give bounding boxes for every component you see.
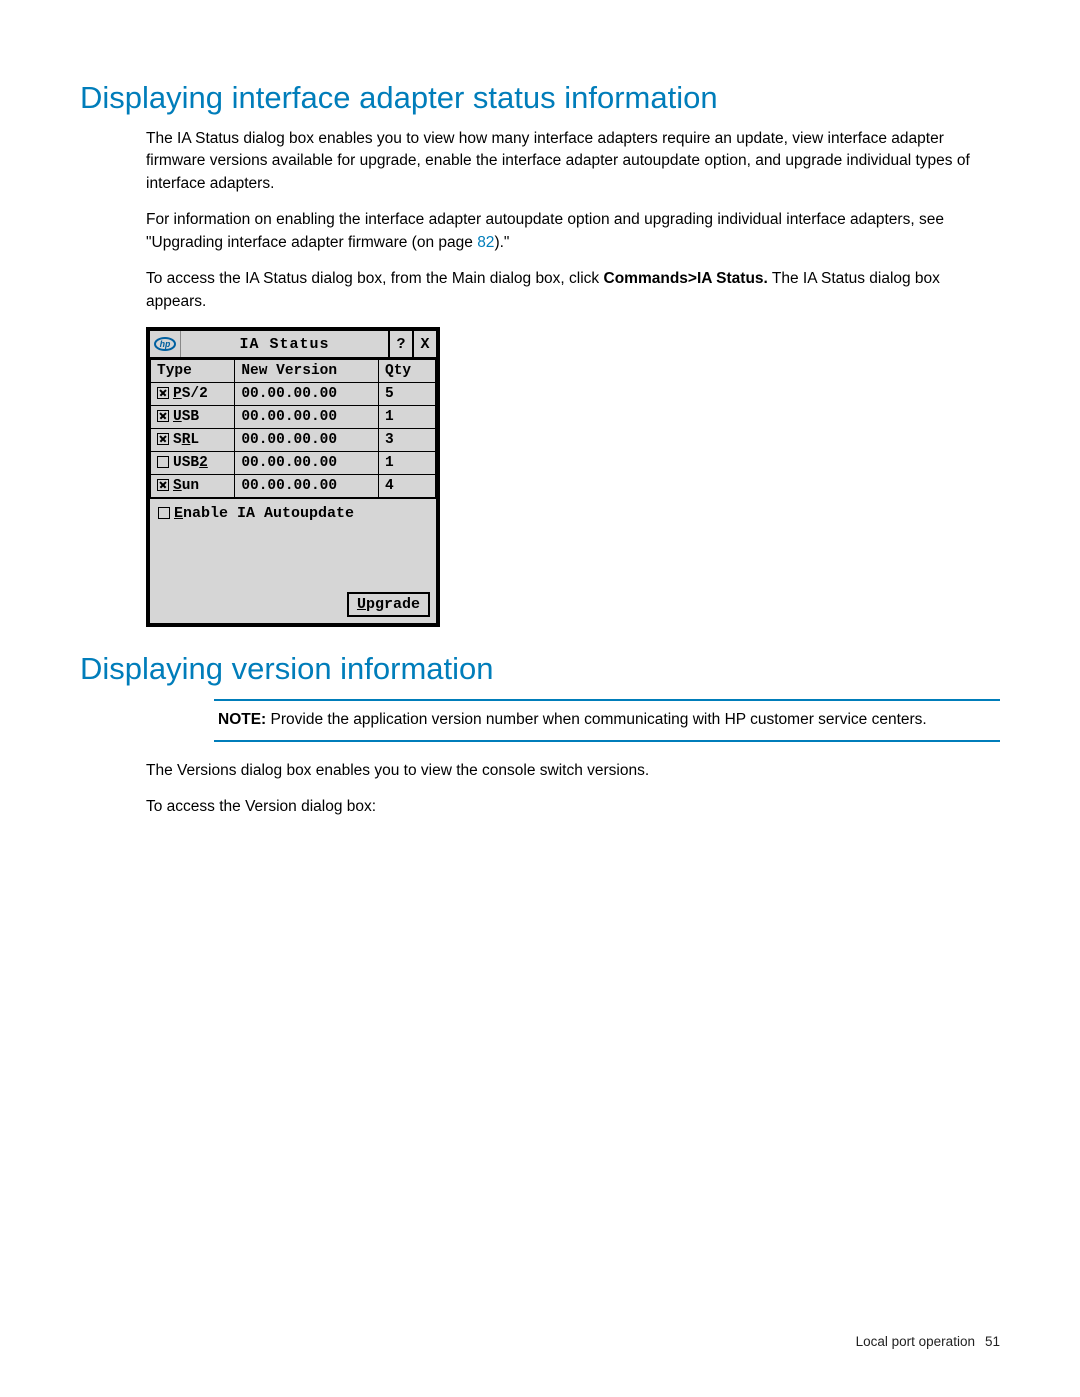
cell-qty: 1 [379, 406, 436, 429]
para-versions-access: To access the Version dialog box: [146, 796, 1000, 818]
row-checkbox[interactable] [157, 410, 169, 422]
cell-version: 00.00.00.00 [235, 383, 379, 406]
type-label-rest: L [190, 432, 199, 448]
enable-autoupdate-row[interactable]: Enable IA Autoupdate [150, 498, 436, 592]
note-block: NOTE: Provide the application version nu… [214, 699, 1000, 741]
mnemonic-char: P [173, 386, 182, 402]
menu-path: Commands>IA Status. [604, 270, 768, 287]
table-row[interactable]: Sun00.00.00.004 [151, 475, 436, 498]
row-checkbox[interactable] [157, 433, 169, 445]
para-ia-access: To access the IA Status dialog box, from… [146, 268, 1000, 313]
table-row[interactable]: PS/200.00.00.005 [151, 383, 436, 406]
table-row[interactable]: USB00.00.00.001 [151, 406, 436, 429]
cell-version: 00.00.00.00 [235, 452, 379, 475]
cell-type[interactable]: PS/2 [151, 383, 235, 406]
mnemonic-char: U [173, 409, 182, 425]
upgrade-label: pgrade [366, 596, 420, 613]
ia-status-table: Type New Version Qty PS/200.00.00.005USB… [150, 359, 436, 498]
page-footer: Local port operation 51 [856, 1334, 1000, 1349]
mnemonic-char: 2 [199, 455, 208, 471]
footer-section: Local port operation [856, 1334, 975, 1349]
cell-qty: 1 [379, 452, 436, 475]
cell-type[interactable]: Sun [151, 475, 235, 498]
cell-qty: 4 [379, 475, 436, 498]
type-label-rest: S/2 [182, 386, 208, 402]
cell-qty: 5 [379, 383, 436, 406]
dialog-footer: Upgrade [150, 592, 436, 623]
heading-version-info: Displaying version information [80, 651, 1000, 687]
cell-type[interactable]: SRL [151, 429, 235, 452]
text-fragment: )." [494, 234, 509, 251]
text-fragment: To access the IA Status dialog box, from… [146, 270, 604, 287]
ia-status-dialog: hp IA Status ? X Type New Version Qty PS… [146, 327, 440, 627]
type-label-prefix: USB [173, 455, 199, 471]
cell-version: 00.00.00.00 [235, 406, 379, 429]
cell-version: 00.00.00.00 [235, 429, 379, 452]
svg-text:hp: hp [160, 340, 171, 350]
mnemonic-char: U [357, 596, 366, 613]
row-checkbox[interactable] [157, 387, 169, 399]
page-number: 51 [985, 1334, 1000, 1349]
cell-type[interactable]: USB [151, 406, 235, 429]
cell-qty: 3 [379, 429, 436, 452]
table-row[interactable]: SRL00.00.00.003 [151, 429, 436, 452]
mnemonic-char: E [174, 505, 183, 522]
col-header-type: Type [151, 360, 235, 383]
para-ia-see-also: For information on enabling the interfac… [146, 209, 1000, 254]
col-header-version: New Version [235, 360, 379, 383]
dialog-titlebar: hp IA Status ? X [150, 331, 436, 359]
help-button[interactable]: ? [388, 331, 412, 357]
close-button[interactable]: X [412, 331, 436, 357]
table-row[interactable]: USB200.00.00.001 [151, 452, 436, 475]
text-fragment: For information on enabling the interfac… [146, 211, 944, 250]
col-header-qty: Qty [379, 360, 436, 383]
upgrade-button[interactable]: Upgrade [347, 592, 430, 617]
cell-version: 00.00.00.00 [235, 475, 379, 498]
row-checkbox[interactable] [157, 456, 169, 468]
autoupdate-label: nable IA Autoupdate [183, 505, 354, 522]
mnemonic-char: S [173, 478, 182, 494]
note-label: NOTE: [218, 711, 266, 728]
type-label-prefix: S [173, 432, 182, 448]
hp-logo-icon: hp [150, 331, 181, 357]
type-label-rest: SB [182, 409, 199, 425]
row-checkbox[interactable] [157, 479, 169, 491]
cell-type[interactable]: USB2 [151, 452, 235, 475]
page-link-82[interactable]: 82 [477, 234, 494, 251]
para-versions-intro: The Versions dialog box enables you to v… [146, 760, 1000, 782]
autoupdate-checkbox[interactable] [158, 507, 170, 519]
dialog-title: IA Status [181, 331, 388, 357]
para-ia-intro: The IA Status dialog box enables you to … [146, 128, 1000, 195]
heading-ia-status: Displaying interface adapter status info… [80, 80, 1000, 116]
note-text: Provide the application version number w… [266, 711, 927, 728]
type-label-rest: un [182, 478, 199, 494]
